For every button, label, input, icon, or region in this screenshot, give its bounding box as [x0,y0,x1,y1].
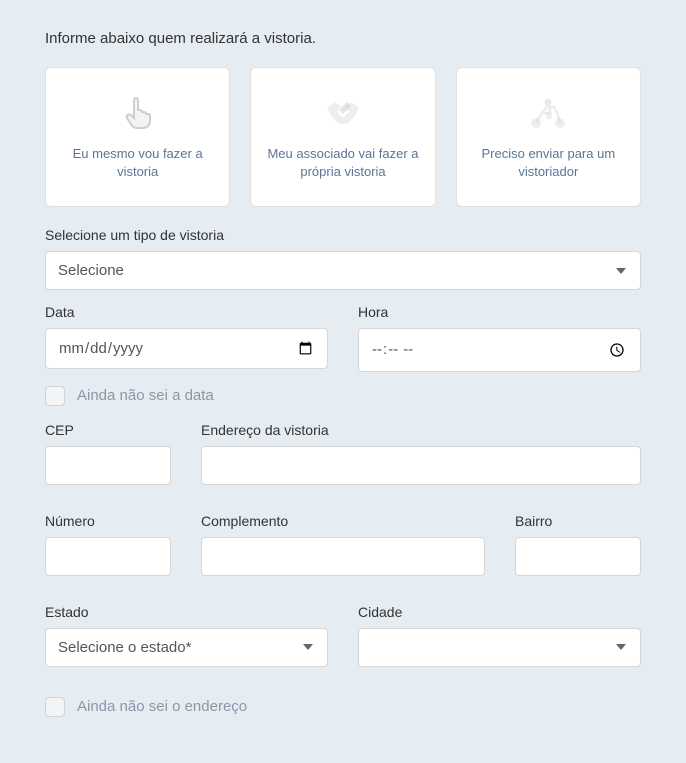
who-cards-row: Eu mesmo vou fazer a vistoria Meu associ… [45,67,641,207]
time-label: Hora [358,304,641,320]
bairro-input[interactable] [515,537,641,576]
endereco-label: Endereço da vistoria [201,422,641,438]
checkbox-date-row[interactable]: Ainda não sei a data [45,386,641,406]
cep-label: CEP [45,422,171,438]
handshake-icon [323,95,363,131]
card-self-label: Eu mesmo vou fazer a vistoria [60,145,215,180]
select-type-label: Selecione um tipo de vistoria [45,227,641,243]
estado-label: Estado [45,604,328,620]
date-input[interactable] [45,328,328,369]
date-label: Data [45,304,328,320]
checkbox-date-label: Ainda não sei a data [77,387,214,404]
bairro-label: Bairro [515,513,641,529]
card-inspector[interactable]: Preciso enviar para um vistoriador [456,67,641,207]
cidade-select[interactable] [358,628,641,667]
checkbox-address-box[interactable] [45,697,65,717]
motorcycle-icon [528,95,568,131]
card-associate-label: Meu associado vai fazer a própria vistor… [265,145,420,180]
complemento-input[interactable] [201,537,485,576]
checkbox-date-box[interactable] [45,386,65,406]
checkbox-address-row[interactable]: Ainda não sei o endereço [45,697,641,717]
complemento-label: Complemento [201,513,485,529]
cidade-label: Cidade [358,604,641,620]
cep-input[interactable] [45,446,171,485]
numero-label: Número [45,513,171,529]
checkbox-address-label: Ainda não sei o endereço [77,698,247,715]
card-associate[interactable]: Meu associado vai fazer a própria vistor… [250,67,435,207]
card-inspector-label: Preciso enviar para um vistoriador [471,145,626,180]
select-type-dropdown[interactable]: Selecione [45,251,641,290]
endereco-input[interactable] [201,446,641,485]
estado-select[interactable]: Selecione o estado* [45,628,328,667]
numero-input[interactable] [45,537,171,576]
time-input[interactable] [358,328,641,372]
pointer-icon [123,95,153,131]
card-self[interactable]: Eu mesmo vou fazer a vistoria [45,67,230,207]
instruction-text: Informe abaixo quem realizará a vistoria… [45,30,641,47]
